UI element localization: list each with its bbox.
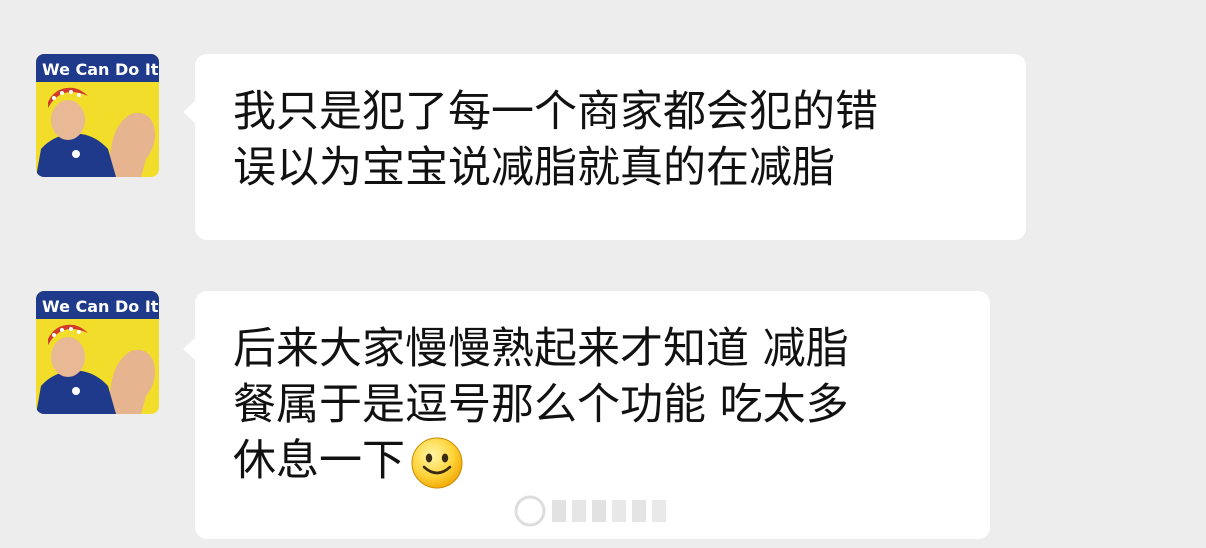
message-line: 后来大家慢慢熟起来才知道 减脂 xyxy=(233,324,849,374)
we-can-do-it-poster-icon: We Can Do It! xyxy=(36,291,159,414)
smiley-emoji-icon xyxy=(409,433,465,489)
poster-caption: We Can Do It! xyxy=(42,60,159,79)
we-can-do-it-poster-icon: We Can Do It! xyxy=(36,54,159,177)
message-line: 餐属于是逗号那么个功能 吃太多 xyxy=(233,380,849,430)
message-line: 误以为宝宝说减脂就真的在减脂 xyxy=(233,143,835,193)
message-line: 我只是犯了每一个商家都会犯的错 xyxy=(233,87,878,137)
avatar[interactable]: We Can Do It! xyxy=(36,291,159,414)
message-line-text: 休息一下 xyxy=(233,436,405,486)
message-bubble[interactable]: 我只是犯了每一个商家都会犯的错 误以为宝宝说减脂就真的在减脂 xyxy=(183,54,1026,240)
avatar[interactable]: We Can Do It! xyxy=(36,54,159,177)
watermark xyxy=(500,488,700,534)
poster-caption: We Can Do It! xyxy=(42,297,159,316)
message-line-last: 休息一下 xyxy=(233,433,952,489)
